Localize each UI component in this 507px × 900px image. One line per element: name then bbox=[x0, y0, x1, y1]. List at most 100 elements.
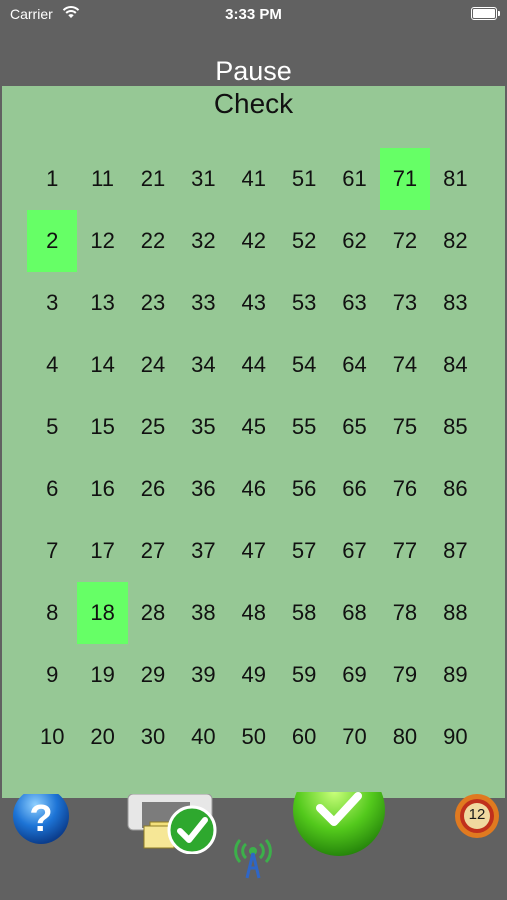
grid-cell[interactable]: 78 bbox=[380, 582, 430, 644]
grid-cell[interactable]: 28 bbox=[128, 582, 178, 644]
grid-cell[interactable]: 24 bbox=[128, 334, 178, 396]
grid-cell[interactable]: 73 bbox=[380, 272, 430, 334]
grid-cell[interactable]: 86 bbox=[430, 458, 480, 520]
timer-label: 12 bbox=[468, 806, 486, 823]
grid-cell[interactable]: 25 bbox=[128, 396, 178, 458]
grid-cell[interactable]: 67 bbox=[329, 520, 379, 582]
grid-cell[interactable]: 75 bbox=[380, 396, 430, 458]
grid-cell[interactable]: 41 bbox=[229, 148, 279, 210]
grid-cell[interactable]: 5 bbox=[27, 396, 77, 458]
grid-cell[interactable]: 30 bbox=[128, 706, 178, 768]
grid-cell[interactable]: 59 bbox=[279, 644, 329, 706]
grid-cell[interactable]: 8 bbox=[27, 582, 77, 644]
grid-cell[interactable]: 1 bbox=[27, 148, 77, 210]
grid-cell[interactable]: 46 bbox=[229, 458, 279, 520]
grid-cell[interactable]: 57 bbox=[279, 520, 329, 582]
confirm-button[interactable] bbox=[292, 764, 386, 856]
grid-cell[interactable]: 38 bbox=[178, 582, 228, 644]
grid-cell[interactable]: 12 bbox=[77, 210, 127, 272]
grid-cell[interactable]: 58 bbox=[279, 582, 329, 644]
grid-cell[interactable]: 56 bbox=[279, 458, 329, 520]
grid-cell[interactable]: 88 bbox=[430, 582, 480, 644]
grid-cell[interactable]: 9 bbox=[27, 644, 77, 706]
grid-cell[interactable]: 90 bbox=[430, 706, 480, 768]
grid-cell[interactable]: 69 bbox=[329, 644, 379, 706]
grid-cell[interactable]: 13 bbox=[77, 272, 127, 334]
grid-cell[interactable]: 32 bbox=[178, 210, 228, 272]
grid-cell-highlighted[interactable]: 18 bbox=[77, 582, 128, 644]
grid-cell[interactable]: 60 bbox=[279, 706, 329, 768]
grid-cell[interactable]: 29 bbox=[128, 644, 178, 706]
grid-cell[interactable]: 37 bbox=[178, 520, 228, 582]
grid-cell[interactable]: 17 bbox=[77, 520, 127, 582]
grid-cell-highlighted[interactable]: 2 bbox=[27, 210, 78, 272]
grid-cell[interactable]: 50 bbox=[229, 706, 279, 768]
signal-antenna-icon bbox=[234, 838, 272, 879]
grid-cell[interactable]: 27 bbox=[128, 520, 178, 582]
grid-cell[interactable]: 45 bbox=[229, 396, 279, 458]
green-check-icon bbox=[293, 764, 385, 856]
grid-cell[interactable]: 4 bbox=[27, 334, 77, 396]
grid-cell[interactable]: 77 bbox=[380, 520, 430, 582]
grid-cell[interactable]: 43 bbox=[229, 272, 279, 334]
grid-cell[interactable]: 64 bbox=[329, 334, 379, 396]
grid-cell[interactable]: 76 bbox=[380, 458, 430, 520]
grid-cell[interactable]: 51 bbox=[279, 148, 329, 210]
timer-button[interactable]: 12 bbox=[452, 792, 502, 840]
grid-cell[interactable]: 53 bbox=[279, 272, 329, 334]
grid-cell[interactable]: 35 bbox=[178, 396, 228, 458]
grid-cell[interactable]: 26 bbox=[128, 458, 178, 520]
grid-cell[interactable]: 47 bbox=[229, 520, 279, 582]
grid-cell[interactable]: 10 bbox=[27, 706, 77, 768]
grid-cell[interactable]: 65 bbox=[329, 396, 379, 458]
grid-cell[interactable]: 70 bbox=[329, 706, 379, 768]
grid-cell[interactable]: 61 bbox=[329, 148, 379, 210]
grid-cell[interactable]: 20 bbox=[77, 706, 127, 768]
status-time: 3:33 PM bbox=[225, 6, 282, 23]
grid-cell[interactable]: 42 bbox=[229, 210, 279, 272]
grid-cell[interactable]: 68 bbox=[329, 582, 379, 644]
grid-cell[interactable]: 7 bbox=[27, 520, 77, 582]
grid-cell[interactable]: 22 bbox=[128, 210, 178, 272]
grid-cell[interactable]: 87 bbox=[430, 520, 480, 582]
grid-cell[interactable]: 55 bbox=[279, 396, 329, 458]
grid-cell[interactable]: 33 bbox=[178, 272, 228, 334]
grid-cell[interactable]: 66 bbox=[329, 458, 379, 520]
grid-cell[interactable]: 85 bbox=[430, 396, 480, 458]
grid-cell[interactable]: 48 bbox=[229, 582, 279, 644]
grid-cell[interactable]: 16 bbox=[77, 458, 127, 520]
grid-cell[interactable]: 82 bbox=[430, 210, 480, 272]
grid-cell[interactable]: 44 bbox=[229, 334, 279, 396]
grid-cell[interactable]: 80 bbox=[380, 706, 430, 768]
grid-cell[interactable]: 23 bbox=[128, 272, 178, 334]
help-button[interactable]: ? bbox=[12, 788, 70, 846]
grid-cell[interactable]: 11 bbox=[77, 148, 127, 210]
grid-cell[interactable]: 89 bbox=[430, 644, 480, 706]
grid-cell[interactable]: 34 bbox=[178, 334, 228, 396]
grid-cell[interactable]: 40 bbox=[178, 706, 228, 768]
grid-cell[interactable]: 14 bbox=[77, 334, 127, 396]
grid-cell[interactable]: 19 bbox=[77, 644, 127, 706]
grid-cell[interactable]: 84 bbox=[430, 334, 480, 396]
grid-cell[interactable]: 83 bbox=[430, 272, 480, 334]
grid-cell-highlighted[interactable]: 71 bbox=[379, 148, 431, 210]
grid-cell[interactable]: 31 bbox=[178, 148, 228, 210]
grid-cell[interactable]: 3 bbox=[27, 272, 77, 334]
pause-button[interactable]: Pause bbox=[0, 56, 507, 86]
grid-cell[interactable]: 81 bbox=[430, 148, 480, 210]
save-button[interactable] bbox=[122, 793, 218, 855]
grid-cell[interactable]: 6 bbox=[27, 458, 77, 520]
grid-cell[interactable]: 49 bbox=[229, 644, 279, 706]
grid-cell[interactable]: 62 bbox=[329, 210, 379, 272]
signal-button[interactable] bbox=[228, 832, 278, 880]
grid-cell[interactable]: 79 bbox=[380, 644, 430, 706]
grid-cell[interactable]: 52 bbox=[279, 210, 329, 272]
grid-cell[interactable]: 72 bbox=[380, 210, 430, 272]
grid-cell[interactable]: 15 bbox=[77, 396, 127, 458]
grid-cell[interactable]: 39 bbox=[178, 644, 228, 706]
grid-cell[interactable]: 54 bbox=[279, 334, 329, 396]
grid-cell[interactable]: 63 bbox=[329, 272, 379, 334]
grid-cell[interactable]: 36 bbox=[178, 458, 228, 520]
grid-cell[interactable]: 21 bbox=[128, 148, 178, 210]
grid-cell[interactable]: 74 bbox=[380, 334, 430, 396]
